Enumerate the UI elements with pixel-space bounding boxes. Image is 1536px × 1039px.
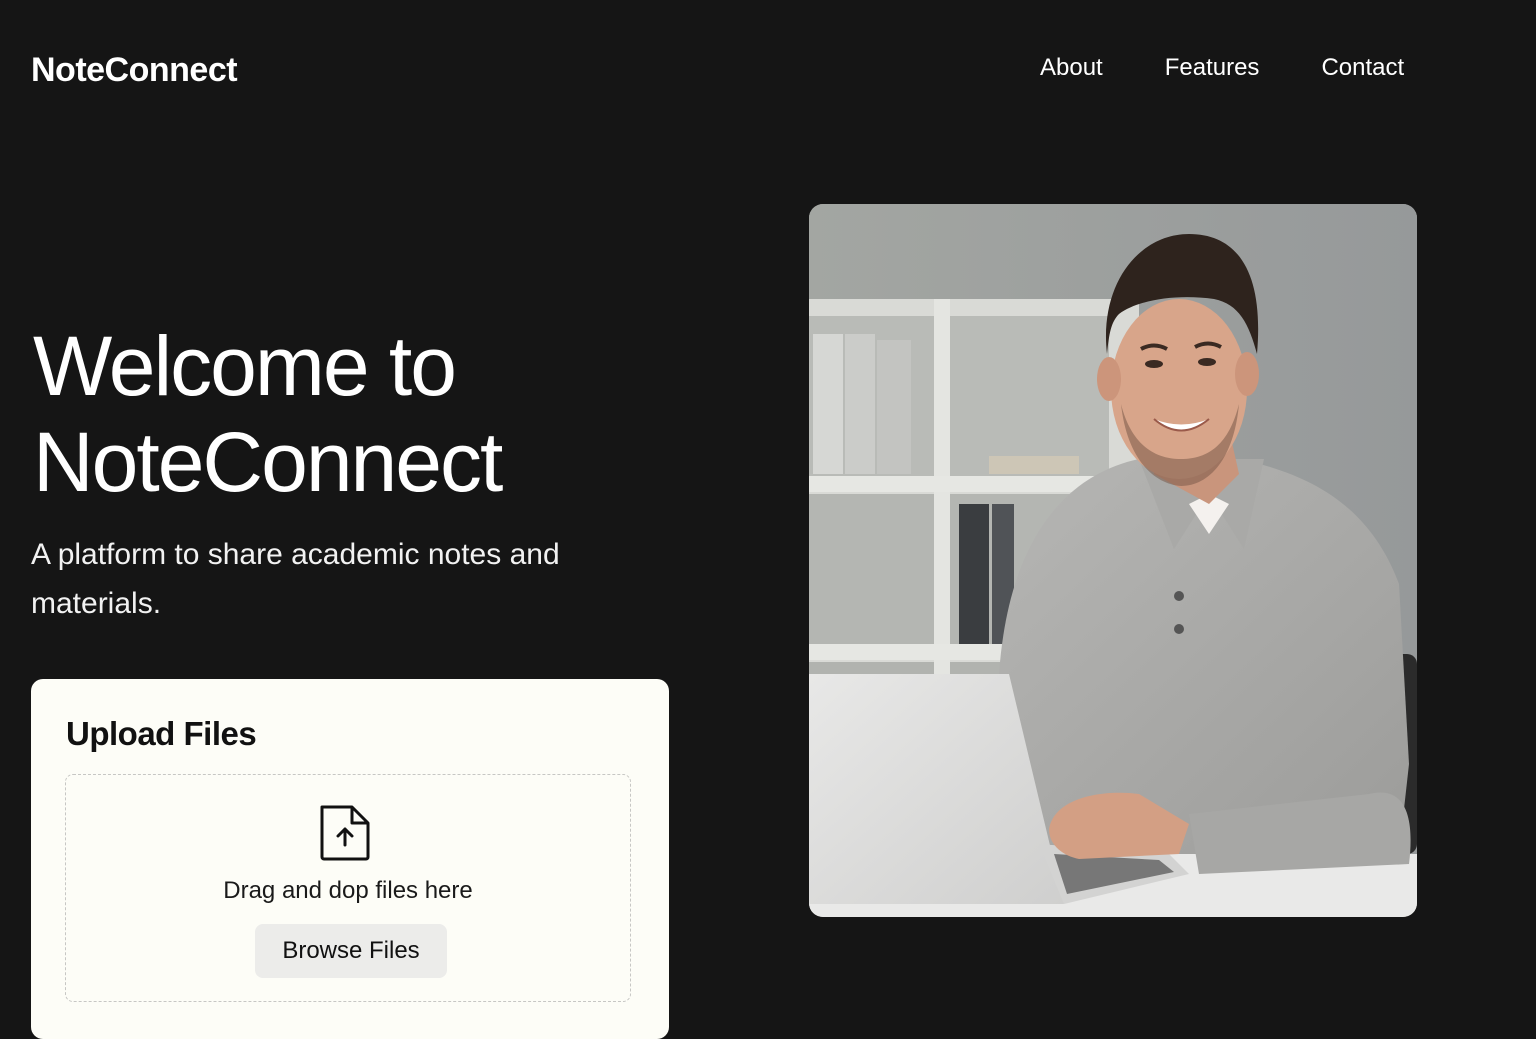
drop-instructions: Drag and dop files here bbox=[223, 877, 473, 904]
hero-title-line-2: NoteConnect bbox=[33, 415, 503, 509]
nav-link-about[interactable]: About bbox=[1040, 48, 1103, 88]
hero-title-line-1: Welcome to bbox=[33, 319, 457, 413]
upload-card: Upload Files Drag and dop files here Bro… bbox=[31, 679, 669, 1039]
logo[interactable]: NoteConnect bbox=[31, 48, 238, 92]
browse-files-button[interactable]: Browse Files bbox=[255, 924, 447, 978]
hero-subtitle: A platform to share academic notes and m… bbox=[31, 538, 560, 620]
file-dropzone[interactable]: Drag and dop files here Browse Files bbox=[65, 774, 631, 1002]
nav-link-contact[interactable]: Contact bbox=[1321, 48, 1404, 88]
main-nav: About Features Contact bbox=[1040, 48, 1404, 88]
hero-title: Welcome to NoteConnect bbox=[33, 318, 733, 510]
upload-title: Upload Files bbox=[66, 715, 257, 752]
hero-photo-illustration bbox=[809, 204, 1417, 917]
nav-link-features[interactable]: Features bbox=[1165, 48, 1260, 88]
hero-image bbox=[809, 204, 1417, 917]
file-upload-icon bbox=[320, 805, 370, 861]
